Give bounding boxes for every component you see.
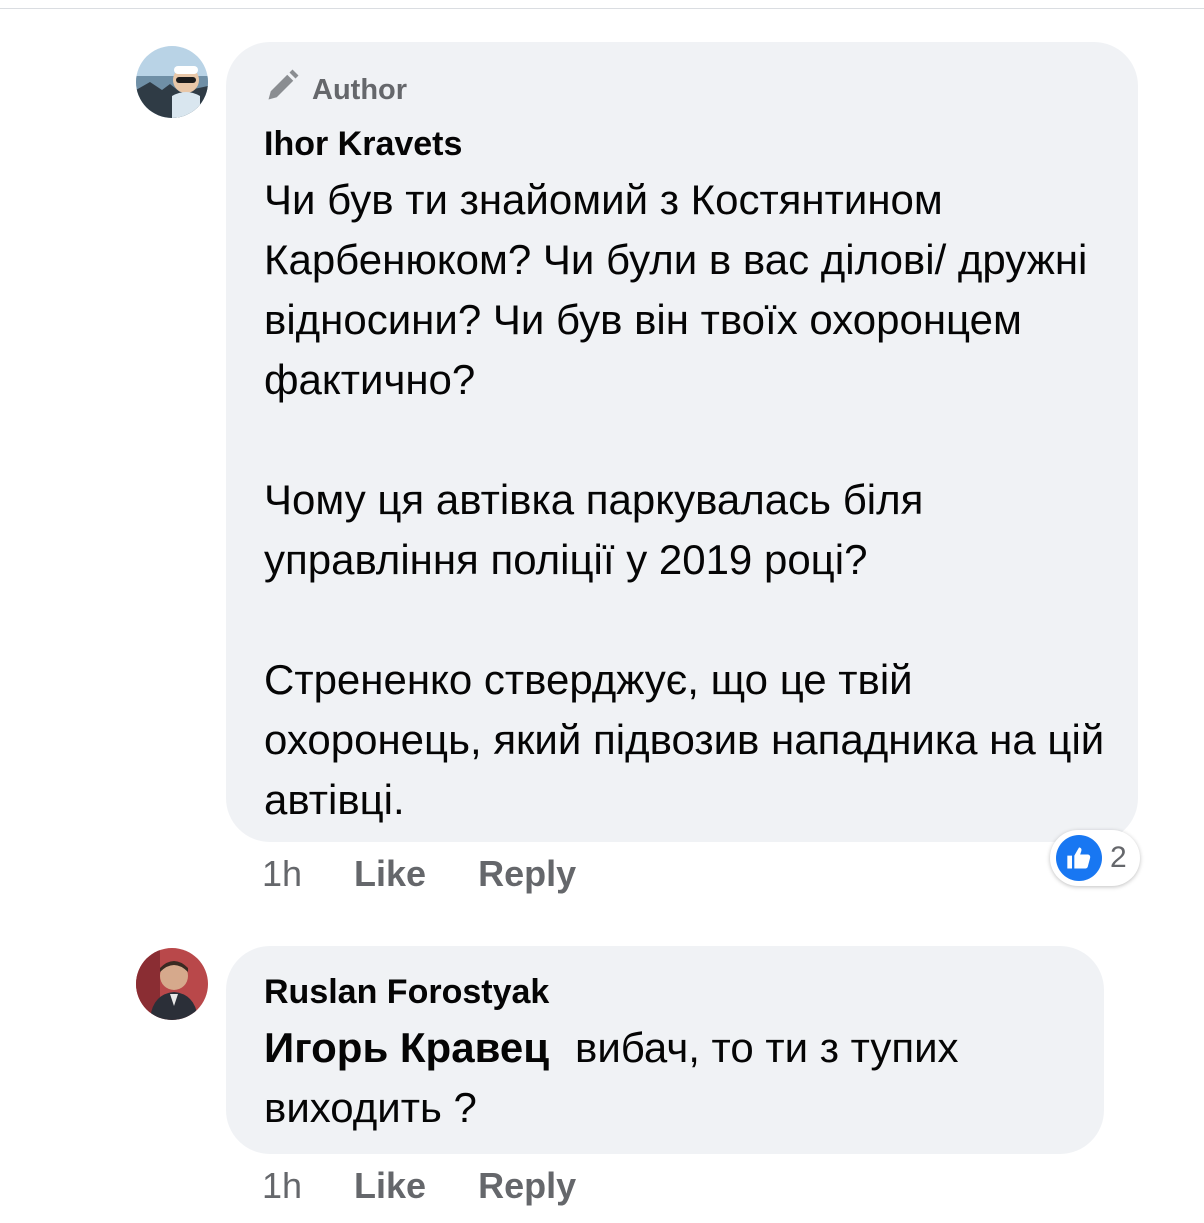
- comment-paragraph: Чому ця автівка паркувалась біля управлі…: [264, 476, 924, 583]
- avatar-ihor-kravets[interactable]: [136, 46, 208, 118]
- reply-button[interactable]: Reply: [478, 1165, 576, 1207]
- author-badge: Author: [264, 68, 1102, 112]
- top-divider: [0, 0, 1204, 9]
- comment-bubble: Author Ihor Kravets Чи був ти знайомий з…: [226, 42, 1138, 842]
- comment-paragraph: Стрененко стверджує, що це твій охоронец…: [264, 656, 1105, 823]
- comment-bubble: Ruslan Forostyak Игорь Кравец вибач, то т…: [226, 946, 1104, 1154]
- comment-text: Чи був ти знайомий з Костянтином Карбеню…: [264, 170, 1104, 830]
- comment-actions: 1h Like Reply: [262, 852, 628, 896]
- reaction-summary[interactable]: 2: [1050, 830, 1140, 886]
- comment-text: Игорь Кравец вибач, то ти з тупих виходит…: [264, 1018, 1068, 1138]
- pencil-icon: [264, 68, 312, 112]
- comment-actions: 1h Like Reply: [262, 1164, 628, 1208]
- avatar-ruslan-forostyak[interactable]: [136, 948, 208, 1020]
- reaction-count: 2: [1110, 841, 1127, 874]
- comment-line: Игорь Кравец вибач, то ти з тупих: [264, 1018, 1068, 1078]
- comment-author-name[interactable]: Ihor Kravets: [264, 124, 1102, 164]
- comment-paragraph: Чи був ти знайомий з Костянтином Карбеню…: [264, 176, 1088, 403]
- author-badge-label: Author: [312, 73, 408, 106]
- comment-author-name[interactable]: Ruslan Forostyak: [264, 972, 1068, 1012]
- mention-link[interactable]: Игорь Кравец: [264, 1024, 549, 1071]
- like-button[interactable]: Like: [354, 853, 426, 895]
- like-reaction-icon: [1056, 835, 1102, 881]
- comment-timestamp[interactable]: 1h: [262, 1165, 302, 1207]
- like-button[interactable]: Like: [354, 1165, 426, 1207]
- comment-timestamp[interactable]: 1h: [262, 853, 302, 895]
- reply-button[interactable]: Reply: [478, 853, 576, 895]
- comment-line-text: вибач, то ти з тупих: [575, 1024, 959, 1071]
- comment-line: виходить ?: [264, 1084, 477, 1131]
